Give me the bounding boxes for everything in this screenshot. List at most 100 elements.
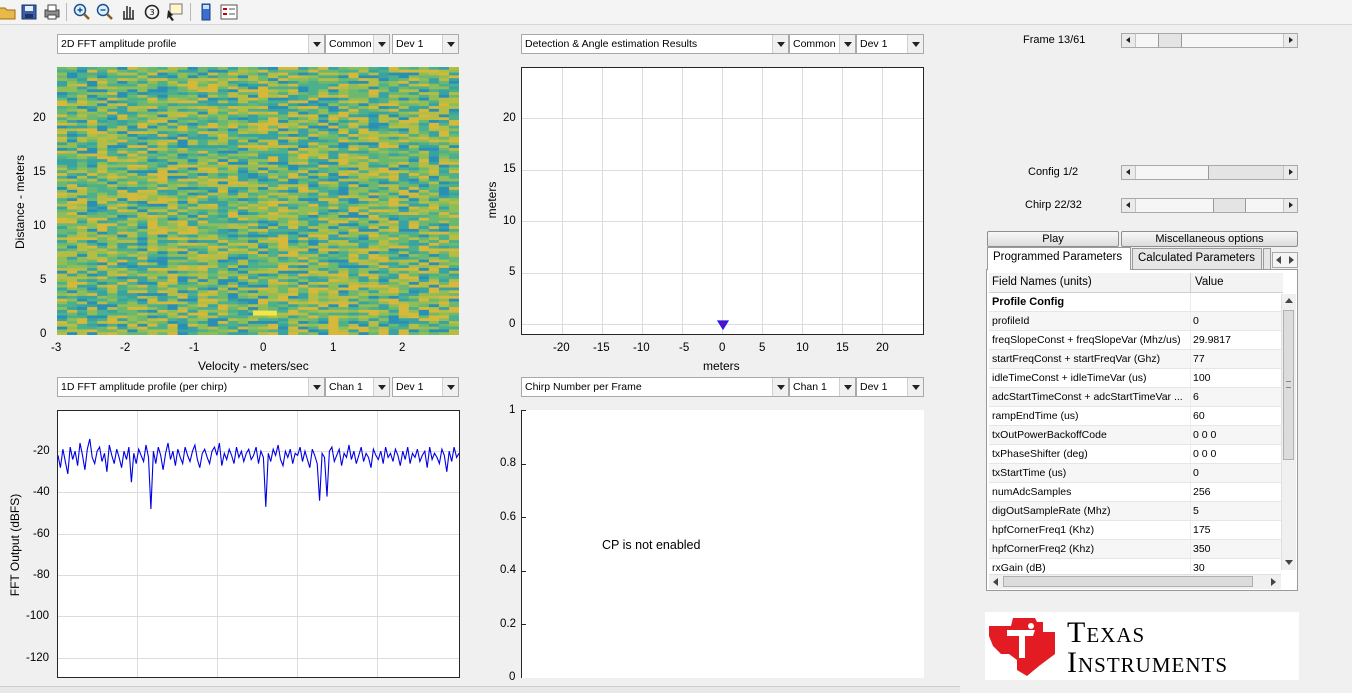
param-name: hpfCornerFreq2 (Khz) [992, 543, 1095, 555]
table-row[interactable]: adcStartTimeConst + adcStartTimeVar ... 6 [989, 388, 1283, 407]
zoom-out-icon[interactable] [95, 2, 115, 22]
table-row[interactable]: idleTimeConst + idleTimeVar (us) 100 [989, 369, 1283, 388]
config-slider-thumb[interactable] [1208, 166, 1284, 179]
column-divider [1190, 293, 1191, 311]
table-row[interactable]: hpfCornerFreq1 (Khz) 175 [989, 521, 1283, 540]
legend-icon[interactable] [219, 2, 239, 22]
frame-slider-thumb[interactable] [1158, 34, 1182, 47]
chirp-slider[interactable] [1121, 198, 1298, 213]
x-tick: -15 [593, 342, 610, 354]
table-row[interactable]: startFreqConst + startFreqVar (Ghz) 77 [989, 350, 1283, 369]
config-slider[interactable] [1121, 165, 1298, 180]
arrow-right-icon[interactable] [1289, 256, 1294, 264]
column-divider [1190, 540, 1191, 558]
x-tick: -10 [633, 342, 650, 354]
x-tick: 10 [796, 342, 809, 354]
table-row[interactable]: txStartTime (us) 0 [989, 464, 1283, 483]
x-tick: 15 [836, 342, 849, 354]
plot2-device-dropdown[interactable]: Dev 1 [856, 34, 924, 54]
frame-slider[interactable] [1121, 33, 1298, 48]
arrow-left-icon[interactable] [1276, 256, 1281, 264]
plot3-device-dropdown[interactable]: Dev 1 [392, 377, 459, 397]
save-icon[interactable] [19, 2, 39, 22]
param-value: 6 [1193, 391, 1199, 403]
misc-options-button[interactable]: Miscellaneous options [1121, 231, 1298, 247]
frame-label: Frame 13/61 [1023, 34, 1086, 46]
arrow-down-icon[interactable] [1285, 560, 1293, 565]
y-tick: -60 [33, 528, 50, 540]
param-value: 30 [1193, 562, 1205, 573]
pan-icon[interactable] [118, 2, 138, 22]
table-row[interactable]: numAdcSamples 256 [989, 483, 1283, 502]
chirp-slider-thumb[interactable] [1213, 199, 1246, 212]
parameters-table-panel: Field Names (units) Value Profile Config… [986, 269, 1298, 591]
rotate-icon[interactable]: 3 [142, 2, 162, 22]
arrow-right-icon[interactable] [1271, 578, 1276, 586]
tab-calculated-parameters[interactable]: Calculated Parameters [1132, 248, 1262, 270]
arrow-right-icon[interactable] [1283, 34, 1297, 47]
arrow-up-icon[interactable] [1285, 298, 1293, 303]
param-value: 0 [1193, 467, 1199, 479]
heatmap-cell [338, 332, 350, 335]
table-row[interactable]: freqSlopeConst + freqSlopeVar (Mhz/us) 29… [989, 331, 1283, 350]
heatmap-cell [187, 332, 199, 335]
plot3-channel-dropdown[interactable]: Chan 1 [325, 377, 390, 397]
heatmap-cell [348, 332, 360, 335]
open-icon[interactable] [0, 2, 17, 22]
play-button[interactable]: Play [987, 231, 1119, 247]
arrow-left-icon[interactable] [1122, 199, 1136, 212]
arrow-left-icon[interactable] [1122, 166, 1136, 179]
zoom-in-icon[interactable] [72, 2, 92, 22]
param-name: numAdcSamples [992, 486, 1072, 498]
vertical-scrollbar[interactable] [1281, 294, 1296, 570]
heatmap-cell [57, 332, 68, 335]
arrow-right-icon[interactable] [1283, 166, 1297, 179]
plot4-type-dropdown[interactable]: Chirp Number per Frame [521, 377, 789, 397]
arrow-left-icon[interactable] [993, 578, 998, 586]
column-divider [1190, 521, 1191, 539]
y-tick: 0.6 [500, 511, 516, 523]
heatmap-cell [217, 332, 229, 335]
toolbar: 3 [0, 0, 1352, 25]
horizontal-scrollbar-thumb[interactable] [1003, 576, 1253, 587]
table-row[interactable]: txOutPowerBackoffCode 0 0 0 [989, 426, 1283, 445]
vertical-scrollbar-thumb[interactable] [1283, 310, 1294, 460]
ti-logo-line1: Texas [1067, 616, 1146, 649]
plot4-channel-dropdown[interactable]: Chan 1 [789, 377, 856, 397]
horizontal-scrollbar[interactable] [989, 574, 1281, 589]
y-tick: 5 [509, 266, 516, 278]
plot1-device-dropdown[interactable]: Dev 1 [392, 34, 459, 54]
data-cursor-icon[interactable] [165, 2, 185, 22]
x-tick: 0 [260, 342, 267, 354]
x-tick: 1 [330, 342, 337, 354]
tab-programmed-parameters[interactable]: Programmed Parameters [987, 247, 1131, 270]
table-row[interactable]: digOutSampleRate (Mhz) 5 [989, 502, 1283, 521]
heatmap-cell [258, 332, 269, 335]
x-axis-label: meters [703, 359, 740, 373]
table-row[interactable]: hpfCornerFreq2 (Khz) 350 [989, 540, 1283, 559]
plot2-mode-dropdown[interactable]: Common [789, 34, 856, 54]
plot1-type-dropdown[interactable]: 2D FFT amplitude profile [57, 34, 325, 54]
param-name: profileId [992, 315, 1030, 327]
tab-scroll-buttons[interactable] [1272, 252, 1298, 268]
plot3-type-dropdown[interactable]: 1D FFT amplitude profile (per chirp) [57, 377, 325, 397]
table-row[interactable]: profileId 0 [989, 312, 1283, 331]
table-section-row[interactable]: Profile Config [989, 293, 1283, 312]
plot1-mode-value: Common [329, 38, 372, 50]
heatmap-cell [368, 332, 380, 335]
arrow-right-icon[interactable] [1283, 199, 1297, 212]
heatmap-cell [147, 332, 159, 335]
param-name: txOutPowerBackoffCode [992, 429, 1107, 441]
arrow-left-icon[interactable] [1122, 34, 1136, 47]
table-row[interactable]: rxGain (dB) 30 [989, 559, 1283, 573]
y-tick: 0.2 [500, 618, 516, 630]
plot4-channel-value: Chan 1 [793, 381, 827, 393]
print-icon[interactable] [42, 2, 62, 22]
table-row[interactable]: txPhaseShifter (deg) 0 0 0 [989, 445, 1283, 464]
plot4-device-dropdown[interactable]: Dev 1 [856, 377, 924, 397]
table-row[interactable]: rampEndTime (us) 60 [989, 407, 1283, 426]
colorbar-icon[interactable] [196, 2, 216, 22]
plot2-type-dropdown[interactable]: Detection & Angle estimation Results [521, 34, 789, 54]
plot1-mode-dropdown[interactable]: Common [325, 34, 390, 54]
y-tick: 20 [33, 112, 46, 124]
